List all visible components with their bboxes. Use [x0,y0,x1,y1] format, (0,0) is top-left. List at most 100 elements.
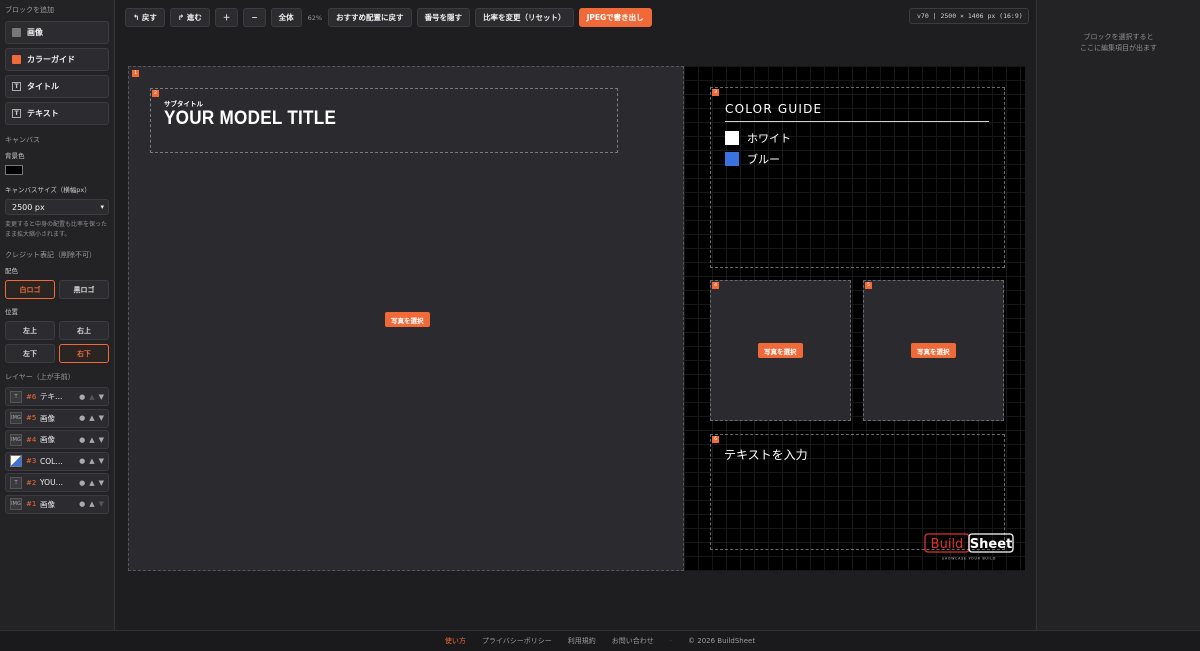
visibility-icon[interactable]: ● [79,457,85,465]
credit-section-title: クレジット表記（削除不可） [5,251,96,259]
layers-section-title: レイヤー（上が手前） [5,373,75,381]
layer-row[interactable]: IMG #1 画像 ● ▲ ▼ [5,494,109,514]
layer-row[interactable]: T #6 テキ… ● ▲ ▼ [5,387,109,406]
scheme-label: 配色 [5,267,18,275]
block-number-badge: 2 [152,90,159,97]
layer-name: 画像 [40,413,55,423]
divider [725,121,989,122]
layer-row[interactable]: #3 COL… ● ▲ ▼ [5,451,109,471]
footer-link-privacy[interactable]: プライバシーポリシー [482,636,552,646]
undo-button[interactable]: ↰ 戻す [125,8,165,27]
layer-number: #6 [26,392,37,401]
move-up-icon[interactable]: ▲ [89,479,94,487]
visibility-icon[interactable]: ● [79,414,85,422]
logo-build-text: Build [931,537,964,552]
block-number-badge: 5 [865,282,872,289]
select-photo-button[interactable]: 写真を選択 [911,343,956,358]
add-text-button[interactable]: T テキスト [5,102,109,125]
layer-name: COL… [40,456,63,466]
bg-color-swatch[interactable] [5,165,23,175]
logo-sheet-text: Sheet [970,537,1012,552]
image-block-5[interactable]: 5 写真を選択 [863,280,1004,421]
canvas-section-title: キャンバス [5,136,40,144]
text-layer-icon: T [10,390,22,403]
block-number-badge: 3 [712,89,719,96]
footer-link-howto[interactable]: 使い方 [445,636,466,646]
move-down-icon[interactable]: ▼ [99,393,104,401]
canvas-size-select[interactable]: 2500 px ▾ [5,199,109,215]
layer-number: #3 [26,457,37,465]
select-photo-button[interactable]: 写真を選択 [758,343,803,358]
reset-layout-button[interactable]: おすすめ配置に戻す [328,8,412,27]
add-color-guide-label: カラーガイド [27,55,75,64]
layer-row[interactable]: IMG #4 画像 ● ▲ ▼ [5,430,109,449]
black-logo-option[interactable]: 黒ロゴ [59,280,109,299]
move-up-icon[interactable]: ▲ [89,393,94,401]
add-color-guide-button[interactable]: カラーガイド [5,48,109,71]
add-block-title: ブロックを追加 [5,6,54,14]
color-name: ホワイト [747,132,791,145]
layer-name: テキ… [40,392,63,401]
block-number-badge: 6 [712,436,719,443]
canvas-size-info: v70 | 2500 × 1406 px (16:9) [909,8,1029,24]
move-up-icon[interactable]: ▲ [89,500,94,508]
visibility-icon[interactable]: ● [79,393,85,401]
select-photo-button[interactable]: 写真を選択 [385,312,430,327]
visibility-icon[interactable]: ● [79,479,85,487]
add-image-button[interactable]: 画像 [5,21,109,44]
layer-row[interactable]: IMG #5 画像 ● ▲ ▼ [5,408,109,428]
image-layer-icon: IMG [10,498,22,510]
move-up-icon[interactable]: ▲ [89,414,94,422]
footer-link-terms[interactable]: 利用規約 [568,636,596,646]
footer-copyright: © 2026 BuildSheet [688,637,756,645]
zoom-out-button[interactable]: − [243,8,266,27]
position-label: 位置 [5,308,18,316]
canvas-size-note: 変更すると中身の配置も比率を保ったまま拡大縮小されます。 [5,221,108,238]
move-down-icon[interactable]: ▼ [99,436,104,444]
footer: 使い方 プライバシーポリシー 利用規約 お問い合わせ · © 2026 Buil… [0,630,1200,651]
text-icon: T [12,109,21,118]
move-down-icon[interactable]: ▼ [99,479,104,487]
visibility-icon[interactable]: ● [79,500,85,508]
fit-button[interactable]: 全体 [270,8,302,27]
visibility-icon[interactable]: ● [79,436,85,444]
image-block-4[interactable]: 4 写真を選択 [710,280,851,421]
zoom-in-button[interactable]: ＋ [214,8,239,27]
layer-name: 画像 [40,499,55,509]
color-guide-block[interactable]: 3 COLOR GUIDE ホワイト ブルー [710,87,1005,268]
color-swatch [725,131,739,145]
position-top-left[interactable]: 左上 [5,321,55,340]
image-layer-icon: IMG [10,412,22,424]
move-down-icon[interactable]: ▼ [99,500,104,508]
layer-number: #1 [26,500,37,508]
move-up-icon[interactable]: ▲ [89,436,94,444]
image-block-1[interactable]: 1 2 サブタイトル YOUR MODEL TITLE 写真を選択 [128,66,684,571]
export-jpeg-button[interactable]: JPEGで書き出し [578,8,652,27]
add-image-label: 画像 [27,28,43,37]
title-block[interactable]: 2 サブタイトル YOUR MODEL TITLE [150,88,618,153]
model-title-text: YOUR MODEL TITLE [164,108,337,129]
move-up-icon[interactable]: ▲ [89,457,94,465]
layer-number: #2 [26,478,37,487]
move-down-icon[interactable]: ▼ [99,414,104,422]
add-title-button[interactable]: T タイトル [5,75,109,98]
canvas[interactable]: 1 2 サブタイトル YOUR MODEL TITLE 写真を選択 3 COLO… [128,66,1025,571]
canvas-size-value: 2500 px [12,202,45,212]
change-ratio-button[interactable]: 比率を変更（リセット） [475,8,574,27]
color-guide-icon [12,55,21,64]
position-bottom-left[interactable]: 左下 [5,344,55,363]
layer-number: #5 [26,414,37,422]
redo-button[interactable]: ↱ 進む [169,8,210,27]
position-top-right[interactable]: 右上 [59,321,109,340]
white-logo-option[interactable]: 白ロゴ [5,280,55,299]
hide-numbers-button[interactable]: 番号を隠す [416,8,471,27]
color-guide-title: COLOR GUIDE [725,102,823,116]
block-number-badge: 1 [132,70,139,77]
layer-name: 画像 [40,435,55,444]
buildsheet-logo: Build Sheet SHOWCASE YOUR BUILD [924,533,1014,561]
position-bottom-right[interactable]: 右下 [59,344,109,363]
layer-row[interactable]: T #2 YOU… ● ▲ ▼ [5,473,109,492]
footer-link-contact[interactable]: お問い合わせ [612,636,654,646]
add-text-label: テキスト [27,109,59,118]
move-down-icon[interactable]: ▼ [99,457,104,465]
